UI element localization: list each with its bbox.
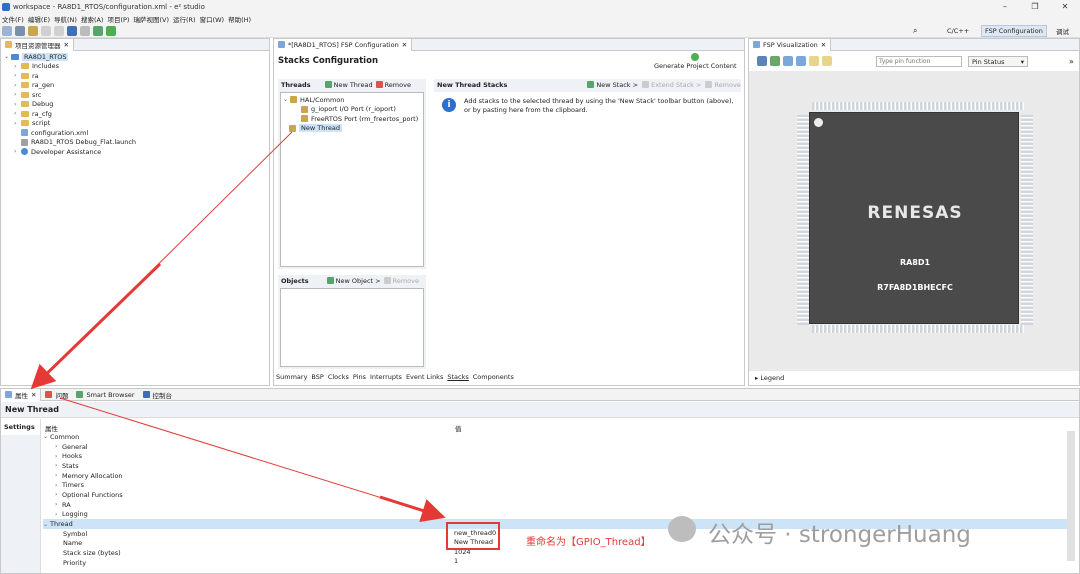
arrow-to-properties <box>30 262 162 390</box>
arrow-to-symbol <box>379 495 446 523</box>
annotation-arrows <box>30 131 446 523</box>
